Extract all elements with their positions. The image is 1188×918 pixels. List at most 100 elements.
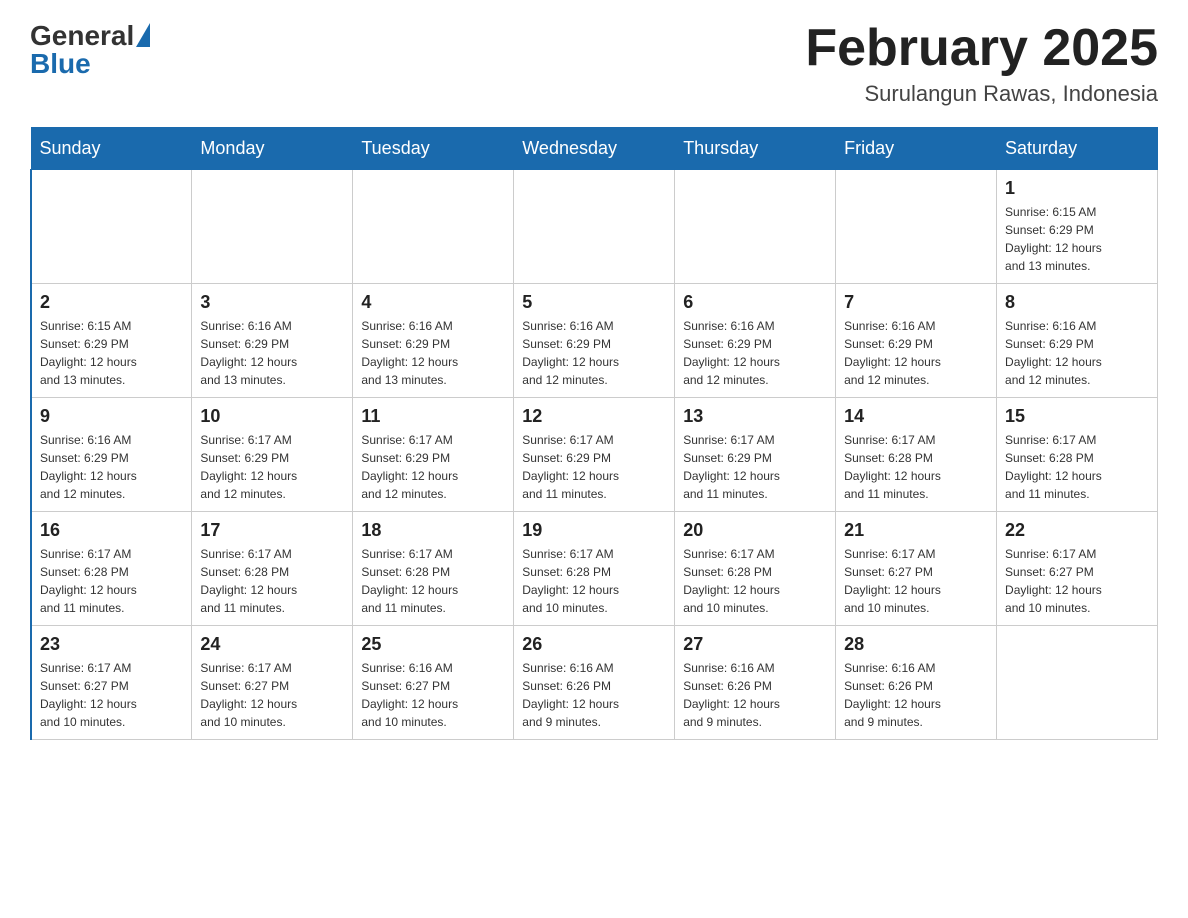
- calendar-cell: [997, 626, 1158, 740]
- header-wednesday: Wednesday: [514, 128, 675, 170]
- calendar-cell: 20 Sunrise: 6:17 AM Sunset: 6:28 PM Dayli…: [675, 512, 836, 626]
- calendar-cell: [192, 170, 353, 284]
- day-number: 23: [40, 634, 183, 655]
- day-number: 13: [683, 406, 827, 427]
- day-info: Sunrise: 6:16 AM Sunset: 6:29 PM Dayligh…: [844, 317, 988, 389]
- calendar-cell: [675, 170, 836, 284]
- day-info: Sunrise: 6:17 AM Sunset: 6:27 PM Dayligh…: [200, 659, 344, 731]
- logo-text-blue: Blue: [30, 48, 150, 80]
- header-monday: Monday: [192, 128, 353, 170]
- day-number: 9: [40, 406, 183, 427]
- calendar-cell: [836, 170, 997, 284]
- calendar-week-row: 9 Sunrise: 6:16 AM Sunset: 6:29 PM Daylig…: [31, 398, 1158, 512]
- calendar-cell: 27Sunrise: 6:16 AM Sunset: 6:26 PM Dayli…: [675, 626, 836, 740]
- day-number: 7: [844, 292, 988, 313]
- day-info: Sunrise: 6:17 AM Sunset: 6:29 PM Dayligh…: [361, 431, 505, 503]
- day-info: Sunrise: 6:17 AM Sunset: 6:28 PM Dayligh…: [522, 545, 666, 617]
- calendar-week-row: 2 Sunrise: 6:15 AM Sunset: 6:29 PM Daylig…: [31, 284, 1158, 398]
- day-info: Sunrise: 6:17 AM Sunset: 6:28 PM Dayligh…: [1005, 431, 1149, 503]
- calendar-cell: 3 Sunrise: 6:16 AM Sunset: 6:29 PM Daylig…: [192, 284, 353, 398]
- day-number: 6: [683, 292, 827, 313]
- header-thursday: Thursday: [675, 128, 836, 170]
- calendar-cell: 25 Sunrise: 6:16 AM Sunset: 6:27 PM Dayli…: [353, 626, 514, 740]
- day-info: Sunrise: 6:16 AM Sunset: 6:29 PM Dayligh…: [40, 431, 183, 503]
- calendar-cell: 13Sunrise: 6:17 AM Sunset: 6:29 PM Dayli…: [675, 398, 836, 512]
- day-info: Sunrise: 6:16 AM Sunset: 6:26 PM Dayligh…: [522, 659, 666, 731]
- calendar-cell: 5 Sunrise: 6:16 AM Sunset: 6:29 PM Daylig…: [514, 284, 675, 398]
- day-number: 8: [1005, 292, 1149, 313]
- calendar-header-row: SundayMondayTuesdayWednesdayThursdayFrid…: [31, 128, 1158, 170]
- calendar-cell: 23 Sunrise: 6:17 AM Sunset: 6:27 PM Dayli…: [31, 626, 192, 740]
- day-info: Sunrise: 6:17 AM Sunset: 6:28 PM Dayligh…: [40, 545, 183, 617]
- calendar-cell: [353, 170, 514, 284]
- day-number: 16: [40, 520, 183, 541]
- day-number: 26: [522, 634, 666, 655]
- day-number: 28: [844, 634, 988, 655]
- calendar-cell: 2 Sunrise: 6:15 AM Sunset: 6:29 PM Daylig…: [31, 284, 192, 398]
- day-info: Sunrise: 6:17 AM Sunset: 6:29 PM Dayligh…: [200, 431, 344, 503]
- day-info: Sunrise: 6:16 AM Sunset: 6:27 PM Dayligh…: [361, 659, 505, 731]
- day-number: 25: [361, 634, 505, 655]
- calendar-subtitle: Surulangun Rawas, Indonesia: [805, 81, 1158, 107]
- day-number: 15: [1005, 406, 1149, 427]
- day-info: Sunrise: 6:17 AM Sunset: 6:28 PM Dayligh…: [200, 545, 344, 617]
- calendar-cell: 4 Sunrise: 6:16 AM Sunset: 6:29 PM Daylig…: [353, 284, 514, 398]
- calendar-cell: 6 Sunrise: 6:16 AM Sunset: 6:29 PM Daylig…: [675, 284, 836, 398]
- day-number: 2: [40, 292, 183, 313]
- day-info: Sunrise: 6:17 AM Sunset: 6:28 PM Dayligh…: [844, 431, 988, 503]
- calendar-cell: 14 Sunrise: 6:17 AM Sunset: 6:28 PM Dayli…: [836, 398, 997, 512]
- day-info: Sunrise: 6:17 AM Sunset: 6:28 PM Dayligh…: [361, 545, 505, 617]
- day-number: 1: [1005, 178, 1149, 199]
- header-saturday: Saturday: [997, 128, 1158, 170]
- header-sunday: Sunday: [31, 128, 192, 170]
- day-number: 4: [361, 292, 505, 313]
- day-info: Sunrise: 6:16 AM Sunset: 6:29 PM Dayligh…: [683, 317, 827, 389]
- logo-triangle-icon: [136, 23, 150, 47]
- day-info: Sunrise: 6:17 AM Sunset: 6:27 PM Dayligh…: [1005, 545, 1149, 617]
- header-tuesday: Tuesday: [353, 128, 514, 170]
- calendar-cell: 16 Sunrise: 6:17 AM Sunset: 6:28 PM Dayli…: [31, 512, 192, 626]
- calendar-cell: 1Sunrise: 6:15 AM Sunset: 6:29 PM Daylig…: [997, 170, 1158, 284]
- calendar-cell: 24 Sunrise: 6:17 AM Sunset: 6:27 PM Dayli…: [192, 626, 353, 740]
- calendar-cell: 19Sunrise: 6:17 AM Sunset: 6:28 PM Dayli…: [514, 512, 675, 626]
- day-info: Sunrise: 6:15 AM Sunset: 6:29 PM Dayligh…: [40, 317, 183, 389]
- calendar-cell: 26 Sunrise: 6:16 AM Sunset: 6:26 PM Dayli…: [514, 626, 675, 740]
- day-info: Sunrise: 6:17 AM Sunset: 6:29 PM Dayligh…: [522, 431, 666, 503]
- day-number: 18: [361, 520, 505, 541]
- calendar-cell: 22Sunrise: 6:17 AM Sunset: 6:27 PM Dayli…: [997, 512, 1158, 626]
- header-friday: Friday: [836, 128, 997, 170]
- calendar-cell: 17 Sunrise: 6:17 AM Sunset: 6:28 PM Dayli…: [192, 512, 353, 626]
- calendar-cell: 18 Sunrise: 6:17 AM Sunset: 6:28 PM Dayli…: [353, 512, 514, 626]
- day-info: Sunrise: 6:16 AM Sunset: 6:29 PM Dayligh…: [1005, 317, 1149, 389]
- day-info: Sunrise: 6:16 AM Sunset: 6:29 PM Dayligh…: [522, 317, 666, 389]
- logo: General Blue: [30, 20, 150, 80]
- day-number: 24: [200, 634, 344, 655]
- day-number: 11: [361, 406, 505, 427]
- day-number: 12: [522, 406, 666, 427]
- day-number: 21: [844, 520, 988, 541]
- day-number: 20: [683, 520, 827, 541]
- calendar-cell: 8 Sunrise: 6:16 AM Sunset: 6:29 PM Daylig…: [997, 284, 1158, 398]
- day-number: 5: [522, 292, 666, 313]
- day-info: Sunrise: 6:17 AM Sunset: 6:28 PM Dayligh…: [683, 545, 827, 617]
- calendar-cell: 7 Sunrise: 6:16 AM Sunset: 6:29 PM Daylig…: [836, 284, 997, 398]
- calendar-table: SundayMondayTuesdayWednesdayThursdayFrid…: [30, 127, 1158, 740]
- day-number: 17: [200, 520, 344, 541]
- day-info: Sunrise: 6:16 AM Sunset: 6:29 PM Dayligh…: [200, 317, 344, 389]
- day-number: 3: [200, 292, 344, 313]
- calendar-cell: 28 Sunrise: 6:16 AM Sunset: 6:26 PM Dayli…: [836, 626, 997, 740]
- calendar-cell: 11 Sunrise: 6:17 AM Sunset: 6:29 PM Dayli…: [353, 398, 514, 512]
- day-number: 14: [844, 406, 988, 427]
- title-area: February 2025 Surulangun Rawas, Indonesi…: [805, 20, 1158, 107]
- calendar-week-row: 16 Sunrise: 6:17 AM Sunset: 6:28 PM Dayli…: [31, 512, 1158, 626]
- calendar-cell: 12 Sunrise: 6:17 AM Sunset: 6:29 PM Dayli…: [514, 398, 675, 512]
- header: General Blue February 2025 Surulangun Ra…: [30, 20, 1158, 107]
- day-info: Sunrise: 6:16 AM Sunset: 6:26 PM Dayligh…: [683, 659, 827, 731]
- day-info: Sunrise: 6:16 AM Sunset: 6:26 PM Dayligh…: [844, 659, 988, 731]
- calendar-cell: 9 Sunrise: 6:16 AM Sunset: 6:29 PM Daylig…: [31, 398, 192, 512]
- calendar-cell: [514, 170, 675, 284]
- day-info: Sunrise: 6:17 AM Sunset: 6:27 PM Dayligh…: [40, 659, 183, 731]
- day-info: Sunrise: 6:16 AM Sunset: 6:29 PM Dayligh…: [361, 317, 505, 389]
- calendar-title: February 2025: [805, 20, 1158, 77]
- day-info: Sunrise: 6:17 AM Sunset: 6:27 PM Dayligh…: [844, 545, 988, 617]
